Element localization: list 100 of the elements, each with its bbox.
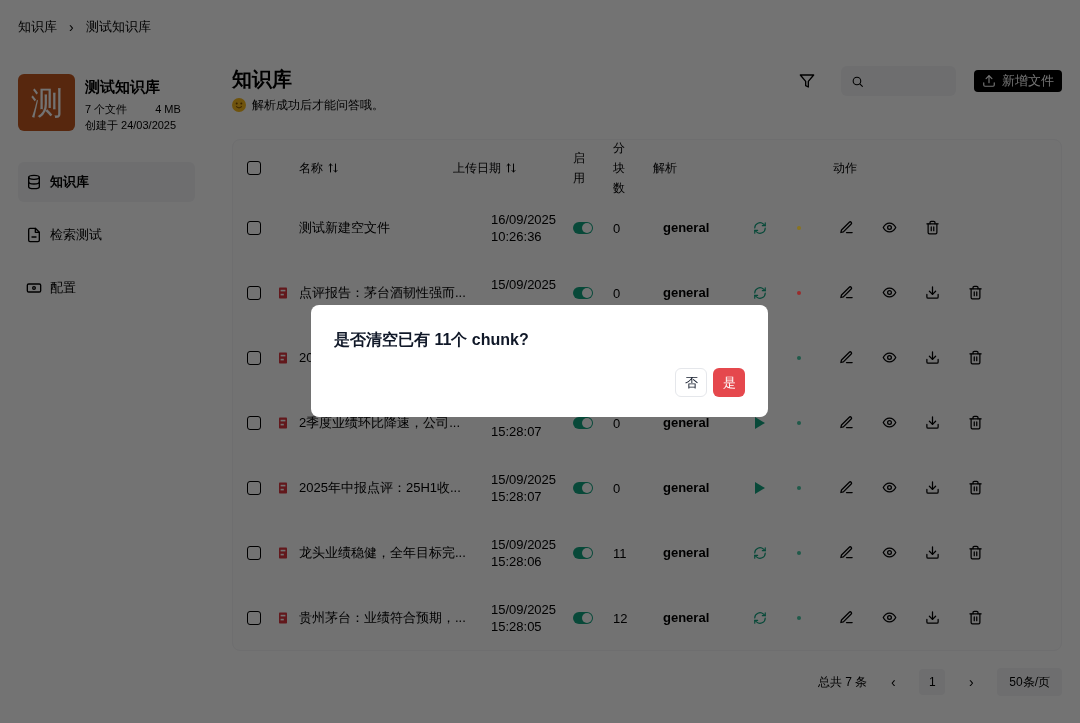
edit-icon — [839, 545, 854, 560]
upload-date: 15:28:07 — [491, 422, 543, 440]
toggle-switch[interactable] — [573, 221, 593, 234]
toggle-switch[interactable] — [573, 481, 593, 494]
pdf-file-icon — [279, 545, 287, 560]
pdf-file-icon — [279, 415, 287, 430]
file-name[interactable]: 贵州茅台：业绩符合预期，... — [299, 607, 466, 628]
total-count: 总共 7 条 — [817, 674, 868, 691]
edit-icon — [839, 415, 854, 430]
toggle-switch[interactable] — [573, 546, 593, 559]
trash-icon — [968, 350, 983, 365]
chunk-count: 12 — [613, 610, 628, 626]
eye-icon — [882, 220, 897, 235]
checkbox[interactable] — [247, 160, 261, 175]
hint-text: 解析成功后才能问答哦。 — [252, 97, 384, 114]
previous-page-button[interactable]: ‹ — [881, 670, 906, 694]
trash-icon — [968, 610, 983, 625]
upload-date: 15/09/2025 — [491, 275, 558, 293]
checkbox[interactable] — [247, 350, 261, 365]
column-header[interactable]: 分块数 — [613, 137, 627, 198]
breadcrumb-link[interactable]: 测试知识库 — [85, 17, 151, 37]
upload-date: 15/09/2025 — [491, 600, 558, 618]
page-number-button[interactable]: 1 — [919, 669, 946, 695]
parser-name: general — [663, 543, 711, 562]
checkbox[interactable] — [247, 285, 261, 300]
trash-icon — [925, 220, 940, 235]
edit-icon — [839, 220, 854, 235]
chunk-count: 0 — [613, 415, 621, 431]
column-header[interactable]: 启用 — [573, 147, 587, 188]
parser-name: general — [663, 478, 711, 497]
eye-icon — [882, 350, 897, 365]
eye-icon — [882, 610, 897, 625]
breadcrumb-link[interactable]: 知识库 — [18, 17, 57, 37]
confirm-button[interactable]: 是 — [713, 368, 745, 397]
upload-file-button[interactable]: 新增文件 — [974, 70, 1062, 92]
storage-size: 4 MB — [155, 101, 181, 117]
edit-icon — [839, 610, 854, 625]
trash-icon — [968, 285, 983, 300]
trash-icon — [968, 545, 983, 560]
eye-icon — [882, 480, 897, 495]
checkbox[interactable] — [247, 545, 261, 560]
chunk-count: 0 — [613, 480, 621, 496]
play-icon[interactable] — [755, 416, 765, 429]
file-count: 7 个文件 — [85, 101, 128, 117]
file-name[interactable]: 2季度业绩环比降速，公司... — [299, 412, 461, 433]
page-size-select[interactable]: 50条/页 — [997, 668, 1062, 696]
column-header[interactable]: 动作 — [833, 158, 857, 177]
checkbox[interactable] — [247, 220, 261, 235]
edit-icon — [839, 285, 854, 300]
file-name[interactable]: 点评报告：茅台酒韧性强而... — [299, 282, 466, 303]
checkbox[interactable] — [247, 415, 261, 430]
cancel-button[interactable]: 否 — [675, 368, 707, 397]
page-title: 知识库 — [232, 67, 293, 92]
upload-date: 15:28:07 — [491, 487, 543, 505]
search-field[interactable] — [841, 66, 956, 96]
knowledge-base-name: 测试知识库 — [85, 77, 161, 97]
upload-date: 16/09/2025 — [491, 210, 558, 228]
column-header[interactable]: 解析 — [653, 158, 677, 177]
column-header[interactable]: 上传日期 — [453, 158, 517, 177]
parser-name: general — [663, 283, 711, 302]
pdf-file-icon — [279, 610, 287, 625]
trash-icon — [968, 415, 983, 430]
pdf-file-icon — [279, 480, 287, 495]
eye-icon — [882, 415, 897, 430]
checkbox[interactable] — [247, 480, 261, 495]
next-page-button[interactable]: › — [959, 670, 984, 694]
filter-icon — [799, 73, 815, 89]
column-header[interactable]: 名称 — [299, 158, 339, 177]
sort-icon — [327, 161, 339, 174]
parser-name: general — [663, 218, 711, 237]
document-icon — [26, 226, 42, 243]
search-icon — [851, 74, 864, 88]
parser-name: general — [663, 413, 711, 432]
file-name[interactable]: 测试新建空文件 — [299, 217, 390, 238]
edit-icon — [839, 350, 854, 365]
chunk-count: 11 — [613, 545, 627, 561]
pdf-file-icon — [279, 350, 287, 365]
sidebar-item[interactable]: 配置 — [18, 267, 195, 308]
knowledge-base-avatar: 测 — [18, 74, 75, 131]
upload-date: 10:26:36 — [491, 227, 543, 245]
sidebar-item[interactable]: 知识库 — [18, 161, 195, 202]
checkbox[interactable] — [247, 610, 261, 625]
created-date: 创建于 24/03/2025 — [85, 118, 178, 133]
toggle-switch[interactable] — [573, 286, 593, 299]
toggle-switch[interactable] — [573, 611, 593, 624]
pdf-file-icon — [279, 285, 287, 300]
upload-date: 15/09/2025 — [491, 535, 558, 553]
file-name[interactable]: 龙头业绩稳健，全年目标完... — [299, 542, 466, 563]
breadcrumb-separator: › — [69, 18, 74, 37]
smiley-icon — [232, 98, 246, 112]
edit-icon — [839, 480, 854, 495]
eye-icon — [882, 285, 897, 300]
file-name[interactable]: 2025年中报点评：25H1收... — [299, 477, 461, 498]
parser-name: general — [663, 608, 711, 627]
trash-icon — [968, 480, 983, 495]
sort-icon — [505, 161, 517, 174]
chunk-count: 0 — [613, 285, 621, 301]
sidebar-item[interactable]: 检索测试 — [18, 214, 195, 255]
chunk-count: 0 — [613, 220, 621, 236]
upload-date: 15:28:05 — [491, 617, 543, 635]
